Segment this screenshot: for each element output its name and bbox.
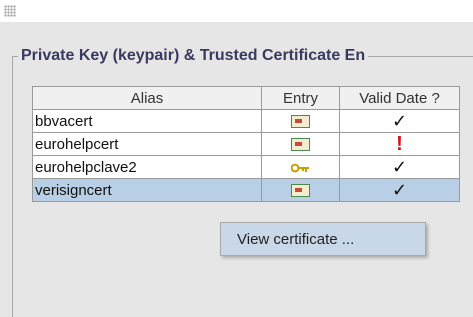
certificate-icon: [291, 115, 310, 129]
view-certificate-menu-item[interactable]: View certificate ...: [221, 231, 354, 248]
alias-cell: verisigncert: [32, 178, 262, 202]
alias-cell: eurohelpclave2: [32, 155, 262, 179]
table-row[interactable]: eurohelpcert !: [32, 132, 460, 156]
drag-grip-icon[interactable]: [4, 5, 16, 17]
table-row[interactable]: bbvacert ✓: [32, 109, 460, 133]
certificate-table: Alias Entry Valid Date ? bbvacert ✓ euro…: [32, 86, 460, 202]
alias-cell: eurohelpcert: [32, 132, 262, 156]
table-header-row: Alias Entry Valid Date ?: [32, 86, 460, 110]
checkmark-icon: ✓: [391, 179, 408, 200]
certificate-table-container: Alias Entry Valid Date ? bbvacert ✓ euro…: [32, 86, 473, 286]
checkmark-icon: ✓: [391, 156, 408, 177]
certificate-icon: [291, 138, 310, 152]
column-header-valid-date[interactable]: Valid Date ?: [339, 86, 460, 110]
column-header-entry[interactable]: Entry: [261, 86, 340, 110]
table-row[interactable]: eurohelpclave2 ✓: [32, 155, 460, 179]
certificate-icon: [291, 184, 310, 198]
table-row-selected[interactable]: verisigncert ✓: [32, 178, 460, 202]
window-top-strip: [0, 0, 473, 22]
checkmark-icon: ✓: [391, 110, 408, 131]
warning-icon: !: [396, 133, 403, 155]
alias-cell: bbvacert: [32, 109, 262, 133]
panel-title: Private Key (keypair) & Trusted Certific…: [18, 47, 369, 65]
key-icon: [290, 161, 311, 175]
column-header-alias[interactable]: Alias: [32, 86, 262, 110]
context-menu: View certificate ...: [220, 222, 426, 256]
